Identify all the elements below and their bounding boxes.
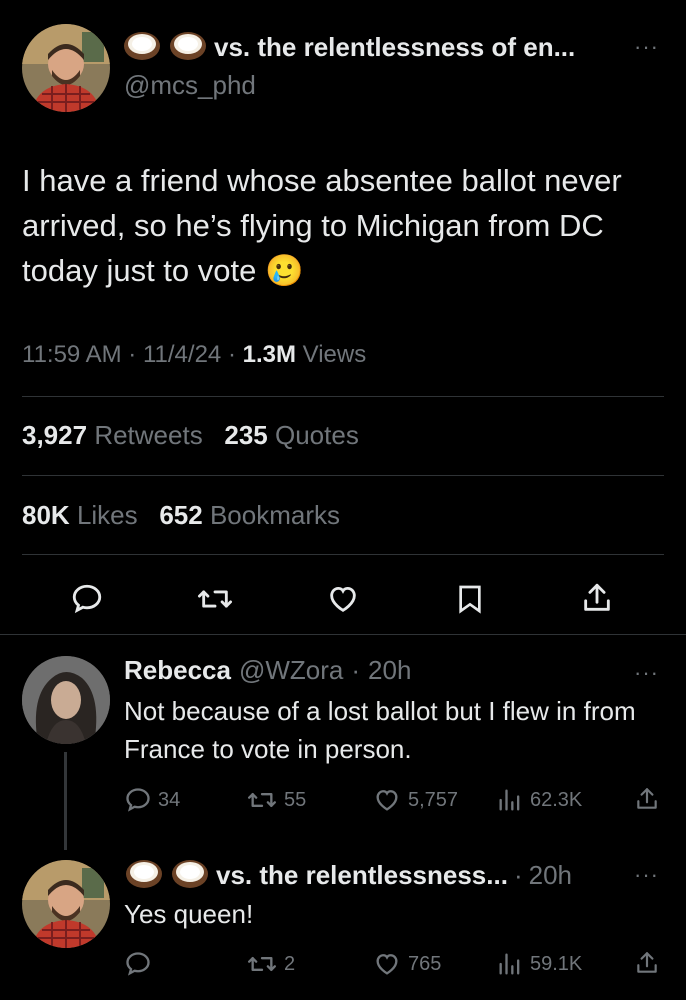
more-icon[interactable]: ···	[634, 34, 659, 60]
reply-age[interactable]: 20h	[368, 655, 411, 686]
separator: ·	[227, 341, 236, 368]
like-icon	[376, 954, 398, 975]
reply-handle[interactable]: @WZora	[239, 655, 343, 686]
separator: ·	[513, 860, 523, 890]
reply-text: Yes queen!	[124, 899, 254, 929]
bookmarks-count: 652	[159, 500, 203, 530]
reply-retweets[interactable]: 2	[246, 950, 295, 978]
reply-avatar[interactable]	[22, 656, 110, 744]
tweet-text: I have a friend whose absentee ballot ne…	[22, 163, 622, 288]
retweets-quotes-row: 3,927 Retweets 235 Quotes	[22, 420, 359, 451]
views-count: 1.3M	[242, 341, 296, 368]
reply-header: Rebecca @WZora · 20h	[124, 655, 411, 686]
coconut-icon	[168, 28, 208, 67]
tweet-date[interactable]: 11/4/24	[143, 341, 221, 368]
divider	[22, 396, 664, 397]
bookmarks-stat[interactable]: 652 Bookmarks	[159, 500, 340, 530]
retweet-icon	[248, 957, 277, 971]
reply-views[interactable]: 62.3K	[496, 786, 582, 814]
author-avatar[interactable]	[22, 24, 110, 112]
coconut-icon	[170, 856, 210, 895]
more-icon[interactable]: ···	[634, 862, 659, 888]
reply-icon	[126, 788, 150, 812]
replies-count: 34	[158, 788, 181, 811]
tweet-meta: 11:59 AM · 11/4/24 · 1.3M Views	[22, 341, 366, 369]
like-icon[interactable]	[325, 582, 361, 616]
likes-count: 5,757	[408, 788, 459, 811]
likes-stat[interactable]: 80K Likes	[22, 500, 138, 530]
views-count: 59.1K	[530, 952, 583, 975]
separator: ·	[128, 341, 137, 368]
author-display-name[interactable]: vs. the relentlessness of en...	[214, 32, 575, 63]
reply-retweets[interactable]: 55	[246, 786, 306, 814]
retweets-stat[interactable]: 3,927 Retweets	[22, 420, 203, 450]
reply-icon[interactable]	[70, 582, 104, 616]
retweet-icon[interactable]	[196, 582, 234, 616]
coconut-icon	[124, 856, 164, 895]
reply-likes[interactable]: 5,757	[372, 786, 458, 814]
reply-icon[interactable]	[124, 950, 152, 978]
retweets-count: 55	[284, 788, 307, 811]
likes-count: 80K	[22, 500, 70, 530]
likes-label: Likes	[76, 500, 138, 530]
retweets-label: Retweets	[94, 420, 203, 450]
retweet-icon	[248, 793, 277, 807]
views-count: 62.3K	[530, 788, 583, 811]
bookmark-icon[interactable]	[454, 582, 486, 616]
likes-count: 765	[408, 952, 442, 975]
thread-line	[64, 752, 67, 850]
reply-likes[interactable]: 765	[372, 950, 441, 978]
retweets-count: 3,927	[22, 420, 88, 450]
author-name-row: vs. the relentlessness of en...	[122, 28, 575, 67]
reply-avatar[interactable]	[22, 860, 110, 948]
reply-header: vs. the relentlessness... · 20h	[124, 856, 572, 895]
reply-display-name[interactable]: vs. the relentlessness...	[216, 860, 508, 891]
reply-display-name[interactable]: Rebecca	[124, 655, 231, 686]
separator: ·	[351, 655, 361, 685]
like-icon	[376, 790, 398, 811]
divider	[22, 554, 664, 555]
more-icon[interactable]: ···	[634, 660, 659, 686]
tweet-time[interactable]: 11:59 AM	[22, 341, 122, 368]
divider	[0, 634, 686, 635]
divider	[22, 475, 664, 476]
views-icon	[499, 953, 520, 975]
reply-replies[interactable]: 34	[124, 786, 180, 814]
reply-age[interactable]: 20h	[529, 860, 572, 891]
share-icon[interactable]	[634, 784, 660, 814]
share-icon[interactable]	[634, 948, 660, 978]
coconut-icon	[122, 28, 162, 67]
quotes-count: 235	[224, 420, 268, 450]
quotes-label: Quotes	[275, 420, 359, 450]
views-label: Views	[302, 341, 367, 368]
reply-text: Not because of a lost ballot but I flew …	[124, 696, 636, 764]
share-icon[interactable]	[580, 580, 614, 616]
author-handle[interactable]: @mcs_phd	[124, 70, 256, 101]
likes-bookmarks-row: 80K Likes 652 Bookmarks	[22, 500, 340, 531]
reply-views[interactable]: 59.1K	[496, 950, 582, 978]
bookmarks-label: Bookmarks	[209, 500, 340, 530]
retweets-count: 2	[284, 952, 296, 975]
quotes-stat[interactable]: 235 Quotes	[224, 420, 358, 450]
views-icon	[499, 789, 520, 811]
